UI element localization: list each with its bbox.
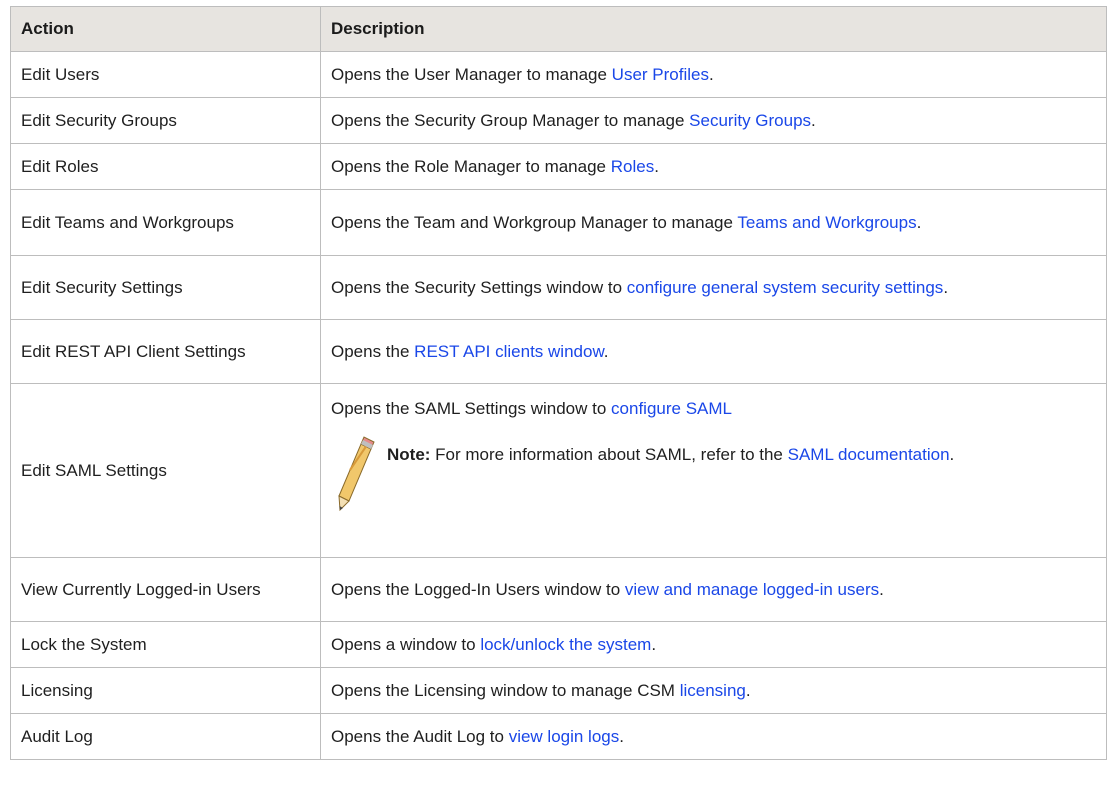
description-cell: Opens the User Manager to manage User Pr… [320, 51, 1107, 98]
description-text: Opens a window to [331, 634, 481, 654]
description-suffix: . [745, 680, 751, 700]
action-cell: Edit Security Settings [10, 255, 321, 320]
description-text: Opens the Audit Log to [331, 726, 509, 746]
table-row: Edit Security Groups Opens the Security … [10, 97, 1107, 144]
description-text: Opens the Team and Workgroup Manager to … [331, 212, 738, 232]
security-groups-link[interactable]: Security Groups [689, 111, 811, 130]
note-callout: Note: For more information about SAML, r… [331, 434, 1096, 514]
table-row: Licensing Opens the Licensing window to … [10, 667, 1107, 714]
description-suffix: . [943, 277, 949, 297]
description-cell: Opens the Team and Workgroup Manager to … [320, 189, 1107, 256]
description-cell: Opens the Security Settings window to co… [320, 255, 1107, 320]
table-row: Edit REST API Client Settings Opens the … [10, 319, 1107, 384]
note-suffix: . [949, 445, 955, 464]
description-suffix: . [654, 156, 659, 176]
description-cell: Opens the Role Manager to manage Roles. [320, 143, 1107, 190]
table-row: Audit Log Opens the Audit Log to view lo… [10, 713, 1107, 760]
action-cell: Edit SAML Settings [10, 383, 321, 558]
actions-table: Action Description Edit Users Opens the … [10, 6, 1107, 760]
action-cell: Audit Log [10, 713, 321, 760]
logged-in-users-link[interactable]: view and manage logged-in users [625, 580, 879, 599]
user-profiles-link[interactable]: User Profiles [612, 65, 709, 84]
action-cell: Lock the System [10, 621, 321, 668]
table-header-row: Action Description [10, 6, 1107, 52]
description-suffix: . [811, 110, 816, 130]
table-row: Edit Users Opens the User Manager to man… [10, 51, 1107, 98]
column-header-description: Description [320, 6, 1107, 52]
description-text: Opens the Logged-In Users window to [331, 579, 625, 599]
note-body: For more information about SAML, refer t… [430, 445, 788, 464]
description-cell: Opens the Logged-In Users window to view… [320, 557, 1107, 622]
description-text: Opens the SAML Settings window to [331, 399, 612, 418]
table-row: Edit Teams and Workgroups Opens the Team… [10, 189, 1107, 256]
description-text: Opens the User Manager to manage [331, 64, 612, 84]
table-row: Lock the System Opens a window to lock/u… [10, 621, 1107, 668]
security-settings-link[interactable]: configure general system security settin… [627, 278, 944, 297]
table-row: Edit Security Settings Opens the Securit… [10, 255, 1107, 320]
note-label: Note: [387, 445, 431, 464]
description-suffix: . [619, 726, 624, 746]
teams-and-workgroups-link[interactable]: Teams and Workgroups [737, 213, 916, 232]
description-cell: Opens the Security Group Manager to mana… [320, 97, 1107, 144]
action-cell: Edit Users [10, 51, 321, 98]
description-cell: Opens a window to lock/unlock the system… [320, 621, 1107, 668]
table-row: Edit SAML Settings Opens the SAML Settin… [10, 383, 1107, 558]
saml-documentation-link[interactable]: SAML documentation [788, 445, 950, 464]
rest-api-clients-link[interactable]: REST API clients window [414, 342, 604, 361]
action-cell: Licensing [10, 667, 321, 714]
description-suffix: . [603, 341, 609, 361]
action-cell: Edit REST API Client Settings [10, 319, 321, 384]
description-text: Opens the Licensing window to manage CSM [331, 680, 680, 700]
action-cell: Edit Security Groups [10, 97, 321, 144]
table-row: Edit Roles Opens the Role Manager to man… [10, 143, 1107, 190]
action-cell: Edit Roles [10, 143, 321, 190]
description-suffix: . [916, 212, 922, 232]
action-cell: Edit Teams and Workgroups [10, 189, 321, 256]
note-text: Note: For more information about SAML, r… [387, 434, 954, 466]
description-text: Opens the [331, 341, 415, 361]
description-text: Opens the Role Manager to manage [331, 156, 611, 176]
description-cell: Opens the Audit Log to view login logs. [320, 713, 1107, 760]
configure-saml-link[interactable]: configure SAML [611, 399, 732, 418]
column-header-action: Action [10, 6, 321, 52]
roles-link[interactable]: Roles [611, 157, 654, 176]
description-cell: Opens the Licensing window to manage CSM… [320, 667, 1107, 714]
table-row: View Currently Logged-in Users Opens the… [10, 557, 1107, 622]
description-suffix: . [879, 579, 884, 599]
description-text: Opens the Security Group Manager to mana… [331, 110, 690, 130]
description-cell: Opens the SAML Settings window to config… [320, 383, 1107, 558]
lock-unlock-system-link[interactable]: lock/unlock the system [480, 635, 651, 654]
licensing-link[interactable]: licensing [680, 681, 746, 700]
action-cell: View Currently Logged-in Users [10, 557, 321, 622]
description-suffix: . [651, 634, 657, 654]
view-login-logs-link[interactable]: view login logs [509, 727, 620, 746]
description-suffix: . [708, 64, 714, 84]
pencil-icon [338, 436, 375, 512]
description-text: Opens the Security Settings window to [331, 277, 627, 297]
description-cell: Opens the REST API clients window. [320, 319, 1107, 384]
